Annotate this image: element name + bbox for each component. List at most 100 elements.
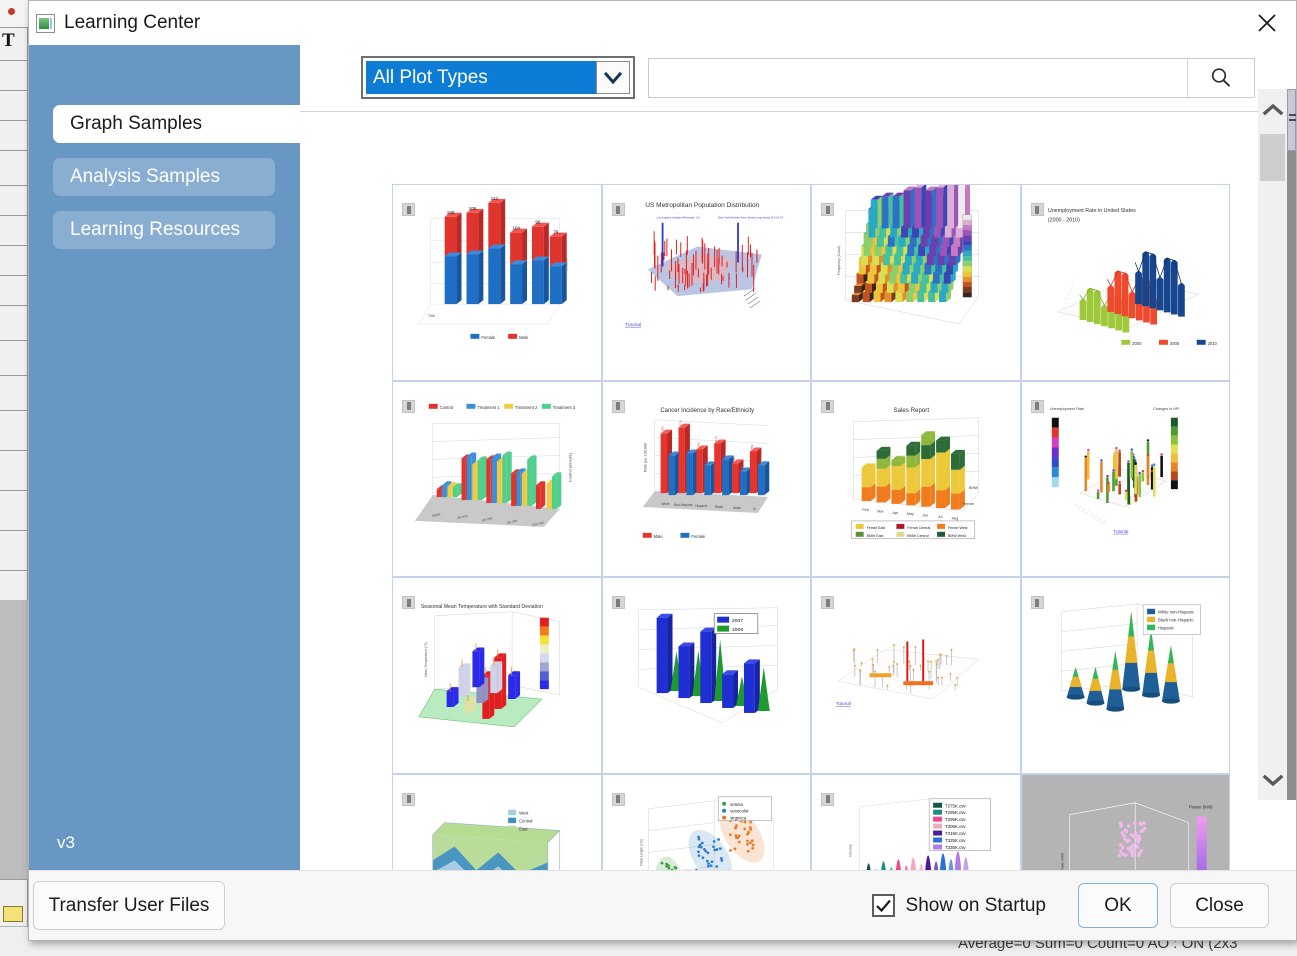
svg-text:900: 900 bbox=[668, 448, 672, 453]
svg-text:1480: 1480 bbox=[732, 455, 736, 462]
gallery-card[interactable]: Unemployment Rate in United States (2000 … bbox=[1021, 184, 1231, 381]
svg-text:Female: Female bbox=[481, 335, 496, 340]
gallery-card[interactable]: Frequency (Count) bbox=[811, 184, 1021, 381]
ok-button[interactable]: OK bbox=[1078, 883, 1158, 928]
host-sheet-icon bbox=[3, 906, 23, 922]
sample-thumbnail: Seasonal Mean Temperature with Standard … bbox=[393, 578, 601, 773]
svg-text:Ferrari East: Ferrari East bbox=[867, 525, 886, 529]
scrollbar-grip-icon bbox=[1289, 114, 1296, 116]
svg-text:980: 980 bbox=[704, 458, 708, 463]
gallery-card[interactable]: 105 105 112 104 96 79 Female Male Females Ti… bbox=[392, 184, 602, 381]
svg-text:112: 112 bbox=[491, 196, 499, 201]
chevron-down-icon[interactable] bbox=[1258, 760, 1287, 800]
gallery-card[interactable]: Control Treatment 1 Treatment 2 Treatment 3… bbox=[392, 381, 602, 578]
check-icon[interactable] bbox=[872, 894, 895, 917]
svg-text:White non-Hispanic: White non-Hispanic bbox=[1158, 610, 1194, 615]
chevron-down-icon[interactable] bbox=[596, 61, 630, 94]
gallery-card[interactable]: Tutorial bbox=[811, 577, 1021, 774]
sidebar-item-label: Analysis Samples bbox=[70, 166, 220, 188]
gallery-card[interactable]: Unemployment Rate Changes in HPI.........… bbox=[1021, 381, 1231, 578]
svg-text:Apr: Apr bbox=[892, 510, 899, 514]
gallery-card[interactable]: Sales Report Feb Mar Apr May Jun Jul Aug… bbox=[811, 381, 1021, 578]
sample-thumbnail: 105 105 112 104 96 79 Female Male Females Ti… bbox=[393, 185, 601, 380]
svg-text:Control: Control bbox=[440, 404, 453, 409]
gallery-card[interactable]: White non-Hispanic Black non-Hispanic Hisp… bbox=[1021, 577, 1231, 774]
sidebar-item-graph-samples[interactable]: Graph Samples bbox=[53, 105, 328, 143]
dialog-body: Graph Samples Analysis Samples Learning … bbox=[29, 45, 1296, 870]
svg-text:Feb: Feb bbox=[862, 508, 869, 512]
gallery-card[interactable]: US Metropolitan Population Distribution L… bbox=[602, 184, 812, 381]
plot-type-select[interactable]: All Plot Types bbox=[361, 56, 635, 99]
close-button[interactable]: Close bbox=[1170, 883, 1269, 928]
svg-text:Petal Length (cm): Petal Length (cm) bbox=[639, 839, 643, 866]
svg-text:Title: Title bbox=[428, 313, 436, 318]
svg-text:Female: Female bbox=[691, 533, 706, 538]
sample-thumbnail: Cancer Incidence by Race/Ethnicity 1200 9… bbox=[603, 382, 811, 577]
svg-text:A.: A. bbox=[753, 507, 756, 511]
svg-text:T325K.csv: T325K.csv bbox=[945, 837, 966, 842]
dialog-footer: Transfer User Files Show on Startup OK C… bbox=[29, 870, 1296, 940]
svg-text:Seasonal Mean Temperature with: Seasonal Mean Temperature with Standard … bbox=[421, 604, 543, 610]
outer-scrollbar-thumb[interactable] bbox=[1287, 89, 1296, 151]
gallery-card[interactable]: 2007 2008 bbox=[602, 577, 812, 774]
sample-thumbnail: Unemployment Rate Changes in HPI.........… bbox=[1022, 382, 1230, 577]
svg-text:Treatment 3: Treatment 3 bbox=[553, 404, 576, 409]
show-on-startup-checkbox[interactable]: Show on Startup bbox=[872, 894, 1046, 917]
svg-text:Mean Temperature (°C): Mean Temperature (°C) bbox=[424, 642, 428, 677]
sidebar-item-label: Graph Samples bbox=[70, 113, 202, 135]
gallery-scrollbar[interactable] bbox=[1258, 89, 1287, 800]
svg-text:Non-Hispanic: Non-Hispanic bbox=[673, 503, 692, 507]
svg-text:2005: 2005 bbox=[1169, 341, 1179, 346]
svg-text:Treatment 2: Treatment 2 bbox=[515, 404, 538, 409]
close-icon[interactable] bbox=[1238, 1, 1296, 45]
sample-thumbnail: WestCentralEastSales bbox=[393, 775, 601, 871]
transfer-user-files-button[interactable]: Transfer User Files bbox=[33, 881, 225, 930]
svg-text:Ferrari Central: Ferrari Central bbox=[907, 525, 930, 529]
svg-text:White: White bbox=[661, 502, 669, 506]
svg-text:Black: Black bbox=[715, 505, 723, 509]
gallery-card[interactable]: WestCentralEastSales bbox=[392, 774, 602, 871]
svg-text:2008: 2008 bbox=[732, 627, 743, 633]
sidebar: Graph Samples Analysis Samples Learning … bbox=[29, 45, 300, 870]
svg-text:BMW Central: BMW Central bbox=[907, 533, 928, 537]
gallery-card[interactable]: Cancer Incidence by Race/Ethnicity 1200 9… bbox=[602, 381, 812, 578]
gallery-scroll-region: 105 105 112 104 96 79 Female Male Females Ti… bbox=[300, 112, 1258, 870]
svg-text:Male: Male bbox=[653, 533, 663, 538]
app-icon bbox=[36, 14, 55, 33]
svg-text:T275K.csv: T275K.csv bbox=[945, 803, 966, 808]
svg-text:Jul: Jul bbox=[938, 514, 943, 518]
outer-scrollbar-track[interactable] bbox=[1287, 89, 1296, 800]
svg-text:virginica: virginica bbox=[730, 815, 747, 820]
sidebar-item-label: Learning Resources bbox=[70, 219, 240, 241]
svg-text:setosa: setosa bbox=[730, 801, 743, 806]
svg-text:Tutorial: Tutorial bbox=[624, 322, 640, 328]
svg-text:Sales Report: Sales Report bbox=[894, 406, 930, 413]
svg-text:...: ... bbox=[1072, 275, 1077, 280]
svg-text:Power (kW): Power (kW) bbox=[1188, 804, 1212, 809]
search-icon[interactable] bbox=[1187, 59, 1254, 97]
svg-text:T285K.csv: T285K.csv bbox=[945, 810, 966, 815]
search-box[interactable] bbox=[648, 58, 1255, 98]
scrollbar-thumb[interactable] bbox=[1260, 134, 1285, 181]
version-label: v3 bbox=[57, 833, 75, 853]
svg-text:Ferrari: Ferrari bbox=[963, 502, 974, 506]
svg-text:Control (mmol/L): Control (mmol/L) bbox=[568, 451, 573, 481]
gallery-card[interactable]: setosa versicolor virginica Petal Length (c… bbox=[602, 774, 812, 871]
svg-text:Ferrari West: Ferrari West bbox=[948, 525, 968, 529]
svg-text:Rate per 100,000: Rate per 100,000 bbox=[643, 442, 647, 471]
search-input[interactable] bbox=[649, 59, 1187, 97]
svg-text:T335K.csv: T335K.csv bbox=[945, 844, 966, 849]
sidebar-item-analysis-samples[interactable]: Analysis Samples bbox=[53, 158, 275, 196]
sidebar-item-learning-resources[interactable]: Learning Resources bbox=[53, 211, 275, 249]
dialog-titlebar: Learning Center bbox=[29, 1, 1296, 45]
svg-text:West: West bbox=[519, 810, 529, 815]
gallery-card[interactable]: T275K.csv T285K.csv T295K.csv T305K.csv T315… bbox=[811, 774, 1021, 871]
sample-thumbnail: White non-Hispanic Black non-Hispanic Hisp… bbox=[1022, 578, 1230, 773]
svg-text:versicolor: versicolor bbox=[730, 808, 749, 813]
chevron-up-icon[interactable] bbox=[1258, 89, 1287, 129]
svg-text:104: 104 bbox=[512, 226, 520, 231]
svg-text:96: 96 bbox=[535, 220, 541, 225]
svg-text:Hispanic: Hispanic bbox=[1158, 626, 1174, 631]
gallery-card[interactable]: Power (kW) Power (kW) bbox=[1021, 774, 1231, 871]
gallery-card[interactable]: Seasonal Mean Temperature with Standard … bbox=[392, 577, 602, 774]
